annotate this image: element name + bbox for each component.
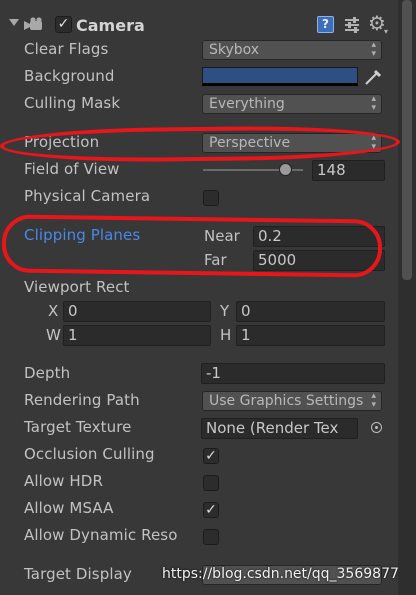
viewport-y-label: Y: [220, 302, 230, 320]
occlusion-culling-checkbox[interactable]: ✓: [203, 448, 219, 464]
viewport-w-label: W: [46, 326, 61, 344]
rendering-path-value: Use Graphics Settings: [209, 393, 364, 409]
target-texture-field[interactable]: None (Render Tex: [201, 418, 358, 439]
enable-checkbox[interactable]: ✓: [55, 16, 72, 33]
target-display-label: Target Display: [24, 565, 132, 583]
physical-camera-label: Physical Camera: [24, 187, 151, 205]
field-of-view-label: Field of View: [24, 160, 120, 178]
clear-flags-dropdown[interactable]: Skybox ▴ ▾: [202, 40, 382, 60]
rendering-path-label: Rendering Path: [24, 391, 140, 409]
occlusion-culling-label: Occlusion Culling: [24, 445, 155, 463]
viewport-x-input[interactable]: 0: [63, 301, 211, 322]
target-texture-label: Target Texture: [24, 418, 132, 436]
allow-hdr-checkbox[interactable]: [203, 475, 219, 491]
allow-msaa-checkbox[interactable]: ✓: [203, 502, 219, 518]
viewport-h-input[interactable]: 1: [236, 325, 385, 346]
clear-flags-value: Skybox: [209, 42, 260, 58]
dropdown-arrows-icon: ▴ ▾: [369, 391, 376, 410]
projection-highlight-mark: [0, 124, 401, 164]
vertical-scrollbar[interactable]: [398, 0, 416, 595]
gear-dropdown-arrow-icon[interactable]: ▾: [384, 27, 388, 36]
object-picker-icon[interactable]: [371, 422, 382, 433]
help-icon[interactable]: ?: [317, 16, 334, 33]
viewport-w-input[interactable]: 1: [63, 325, 211, 346]
watermark-text: https://blog.csdn.net/qq_35698774: [162, 566, 408, 582]
component-title: Camera: [76, 16, 145, 35]
allow-dynamic-reso-label: Allow Dynamic Reso: [24, 526, 178, 544]
allow-msaa-label: Allow MSAA: [24, 499, 114, 517]
preset-icon[interactable]: [343, 16, 361, 38]
foldout-arrow-icon[interactable]: [9, 19, 19, 26]
dropdown-arrows-icon: ▴ ▾: [371, 40, 376, 59]
clear-flags-label: Clear Flags: [24, 40, 109, 58]
scrollbar-thumb[interactable]: [402, 0, 412, 280]
viewport-x-label: X: [48, 302, 59, 320]
rendering-path-dropdown[interactable]: Use Graphics Settings ▴ ▾: [202, 391, 382, 411]
depth-input[interactable]: -1: [201, 363, 385, 384]
clipping-planes-highlight-mark: [1, 214, 383, 278]
eyedropper-icon[interactable]: [363, 67, 383, 91]
physical-camera-checkbox[interactable]: [203, 190, 219, 206]
background-color-field[interactable]: [202, 67, 358, 86]
depth-label: Depth: [24, 364, 71, 382]
viewport-rect-label: Viewport Rect: [24, 278, 130, 296]
camera-icon: [24, 17, 46, 37]
allow-hdr-label: Allow HDR: [24, 472, 103, 490]
culling-mask-value: Everything: [209, 96, 285, 112]
culling-mask-dropdown[interactable]: Everything ▴ ▾: [202, 94, 382, 114]
field-of-view-slider-thumb[interactable]: [279, 163, 292, 176]
culling-mask-label: Culling Mask: [24, 94, 121, 112]
dropdown-arrows-icon: ▴ ▾: [371, 94, 376, 113]
background-label: Background: [24, 67, 115, 85]
allow-dynamic-reso-checkbox[interactable]: [203, 529, 219, 545]
viewport-h-label: H: [220, 326, 232, 344]
field-of-view-input[interactable]: 148: [312, 160, 385, 181]
viewport-y-input[interactable]: 0: [236, 301, 385, 322]
